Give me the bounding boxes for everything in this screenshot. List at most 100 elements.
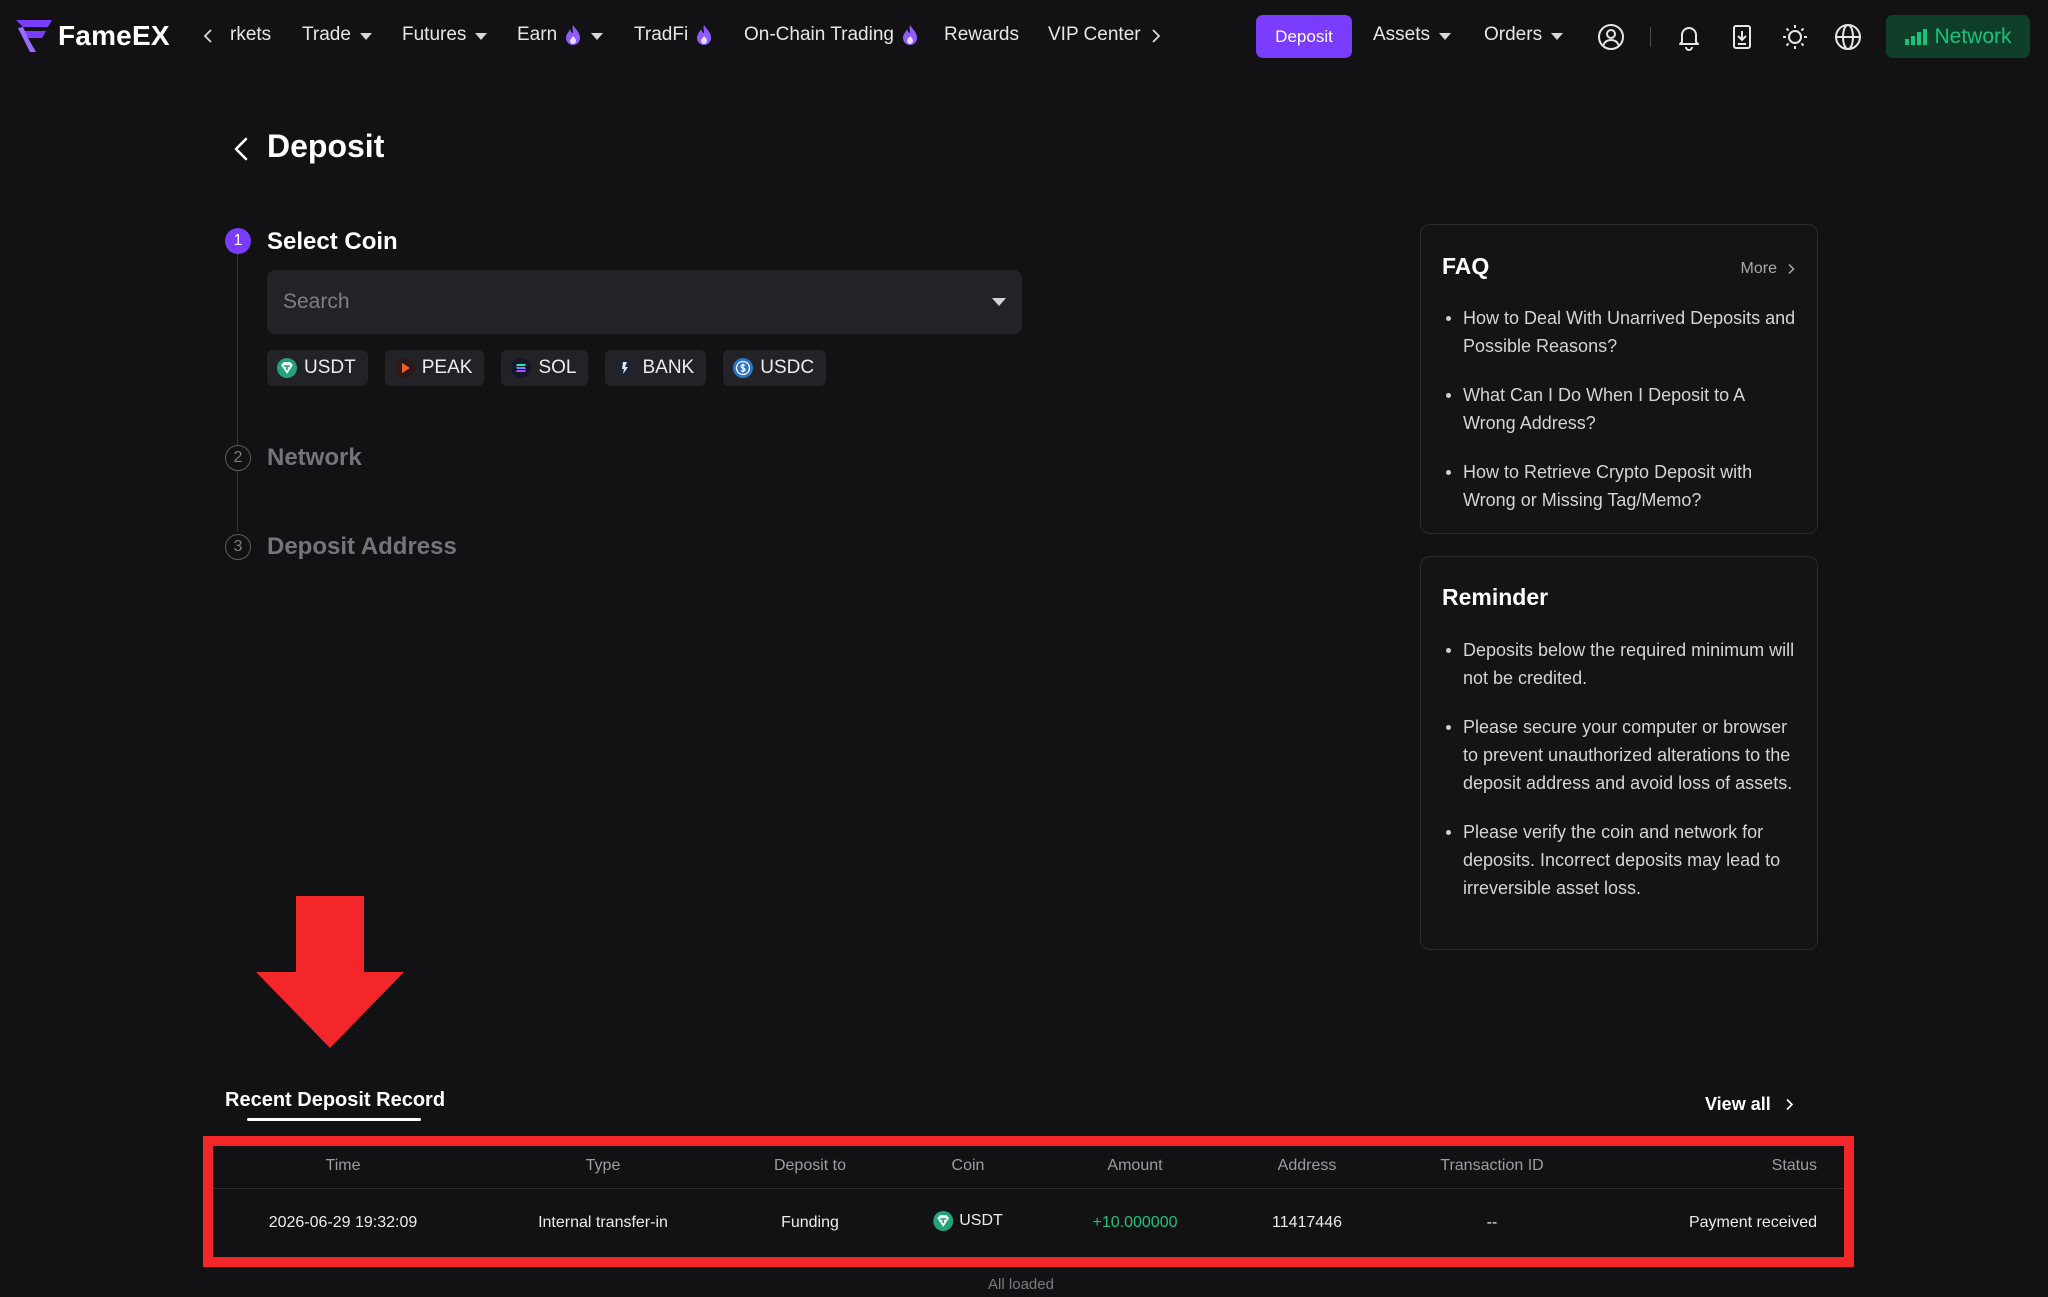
nav-item-on-chain-trading[interactable]: On-Chain Trading	[744, 24, 919, 46]
theme-toggle-button[interactable]	[1780, 22, 1810, 52]
step-label-network: Network	[267, 444, 362, 471]
step-number-2: 2	[225, 445, 251, 471]
quick-coin-list: USDT PEAK SOL BANK USDC	[267, 350, 827, 386]
fire-icon	[902, 25, 917, 45]
bell-icon	[1679, 27, 1699, 51]
globe-icon	[1835, 24, 1861, 50]
reminder-item: Deposits below the required minimum will…	[1442, 636, 1801, 692]
coin-chip-peak[interactable]: PEAK	[384, 350, 485, 386]
nav-item-trade[interactable]: Trade	[302, 24, 372, 46]
nav-item-label: Rewards	[944, 24, 1019, 45]
network-status-button[interactable]: Network	[1886, 15, 2030, 58]
faq-item[interactable]: How to Retrieve Crypto Deposit with Wron…	[1442, 458, 1801, 514]
nav-item-vip-center[interactable]: VIP Center	[1048, 24, 1141, 46]
faq-card: FAQ More How to Deal With Unarrived Depo…	[1420, 224, 1818, 534]
sun-icon	[1783, 25, 1807, 49]
step-connector	[237, 252, 238, 532]
cell-type: Internal transfer-in	[538, 1214, 668, 1231]
column-header-transaction-id: Transaction ID	[1440, 1157, 1544, 1174]
page-title: Deposit	[267, 128, 385, 164]
nav-item-markets[interactable]: rkets	[230, 24, 271, 46]
table-row[interactable]: 2026-06-29 19:32:09 Internal transfer-in…	[213, 1206, 1844, 1246]
fire-icon	[697, 25, 712, 45]
reminder-card: Reminder Deposits below the required min…	[1420, 556, 1818, 950]
caret-down-icon	[359, 32, 372, 40]
coin-chip-usdc[interactable]: USDC	[723, 350, 827, 386]
column-header-amount: Amount	[1107, 1157, 1163, 1174]
chevron-right-icon	[1788, 263, 1795, 275]
cell-transaction-id: --	[1486, 1214, 1498, 1231]
records-table-header: Time Type Deposit to Coin Amount Address…	[213, 1149, 1844, 1189]
nav-scroll-left-button[interactable]	[194, 22, 222, 50]
nav-item-label: Assets	[1373, 24, 1431, 45]
fire-icon	[566, 25, 581, 45]
cell-coin: USDT	[933, 1211, 1003, 1231]
column-header-address: Address	[1277, 1157, 1337, 1174]
faq-title: FAQ	[1442, 253, 1490, 279]
cell-time: 2026-06-29 19:32:09	[268, 1214, 418, 1231]
faq-list: How to Deal With Unarrived Deposits and …	[1442, 304, 1801, 535]
coin-chip-usdt[interactable]: USDT	[267, 350, 368, 386]
faq-more-link[interactable]: More	[1741, 260, 1797, 278]
nav-item-futures[interactable]: Futures	[402, 24, 488, 46]
fameex-logo-icon	[16, 20, 52, 52]
column-header-type: Type	[585, 1157, 621, 1174]
nav-item-label: Earn	[517, 24, 558, 45]
caret-down-icon	[591, 32, 604, 40]
caret-down-icon	[1551, 32, 1564, 40]
coin-chip-label: BANK	[642, 357, 695, 378]
nav-item-orders[interactable]: Orders	[1484, 24, 1564, 46]
usdt-icon	[933, 1211, 954, 1231]
reminder-item: Please secure your computer or browser t…	[1442, 713, 1801, 797]
reminder-list: Deposits below the required minimum will…	[1442, 636, 1801, 923]
cell-status: Payment received	[1688, 1214, 1817, 1231]
coin-chip-bank[interactable]: BANK	[605, 350, 707, 386]
faq-item[interactable]: What Can I Do When I Deposit to A Wrong …	[1442, 381, 1801, 437]
download-app-button[interactable]	[1727, 22, 1757, 52]
deposit-button[interactable]: Deposit	[1256, 15, 1352, 58]
caret-down-icon	[1439, 32, 1452, 40]
nav-item-label: Trade	[302, 24, 351, 45]
peak-icon	[394, 358, 415, 378]
coin-chip-label: PEAK	[421, 357, 473, 378]
faq-more-label: More	[1740, 260, 1777, 277]
coin-chip-label: SOL	[538, 357, 577, 378]
faq-item[interactable]: How to Deal With Unarrived Deposits and …	[1442, 304, 1801, 360]
nav-item-assets[interactable]: Assets	[1373, 24, 1452, 46]
cell-amount: +10.000000	[1092, 1214, 1178, 1231]
nav-item-label: rkets	[230, 24, 272, 45]
top-nav: FameEX rkets Trade Futures Earn TradFi O…	[0, 0, 2048, 73]
nav-item-label: VIP Center	[1048, 24, 1141, 45]
tab-active-underline	[247, 1118, 421, 1121]
coin-chip-label: USDT	[304, 357, 356, 378]
coin-chip-sol[interactable]: SOL	[501, 350, 589, 386]
column-header-time: Time	[325, 1157, 361, 1174]
step-number-3: 3	[225, 534, 251, 560]
coin-chip-label: USDC	[760, 357, 815, 378]
dropdown-caret-icon[interactable]	[992, 298, 1006, 306]
chevron-right-icon	[1786, 1098, 1793, 1111]
nav-item-earn[interactable]: Earn	[517, 24, 604, 46]
nav-item-tradfi[interactable]: TradFi	[634, 24, 713, 46]
reminder-item: Please verify the coin and network for d…	[1442, 818, 1801, 902]
coin-search-select[interactable]: Search	[267, 270, 1022, 334]
usdt-icon	[277, 358, 297, 378]
nav-item-rewards[interactable]: Rewards	[944, 24, 1019, 46]
language-button[interactable]	[1833, 22, 1863, 52]
nav-item-label: Orders	[1484, 24, 1543, 45]
chevron-left-icon	[203, 29, 212, 43]
reminder-title: Reminder	[1442, 584, 1549, 610]
nav-scroll-right-button[interactable]	[1142, 22, 1170, 50]
notifications-button[interactable]	[1674, 22, 1704, 52]
signal-icon	[1905, 28, 1928, 45]
nav-item-label: TradFi	[634, 24, 689, 45]
view-all-link[interactable]: View all	[1705, 1094, 1796, 1115]
recent-records-tab[interactable]: Recent Deposit Record	[225, 1089, 445, 1112]
cell-address: 11417446	[1272, 1214, 1342, 1231]
cell-coin-label: USDT	[959, 1212, 1003, 1229]
logo[interactable]: FameEX	[14, 18, 170, 54]
back-arrow-icon[interactable]	[228, 134, 254, 164]
column-header-coin: Coin	[951, 1157, 985, 1174]
account-button[interactable]	[1596, 22, 1626, 52]
step-number-1: 1	[225, 228, 251, 254]
